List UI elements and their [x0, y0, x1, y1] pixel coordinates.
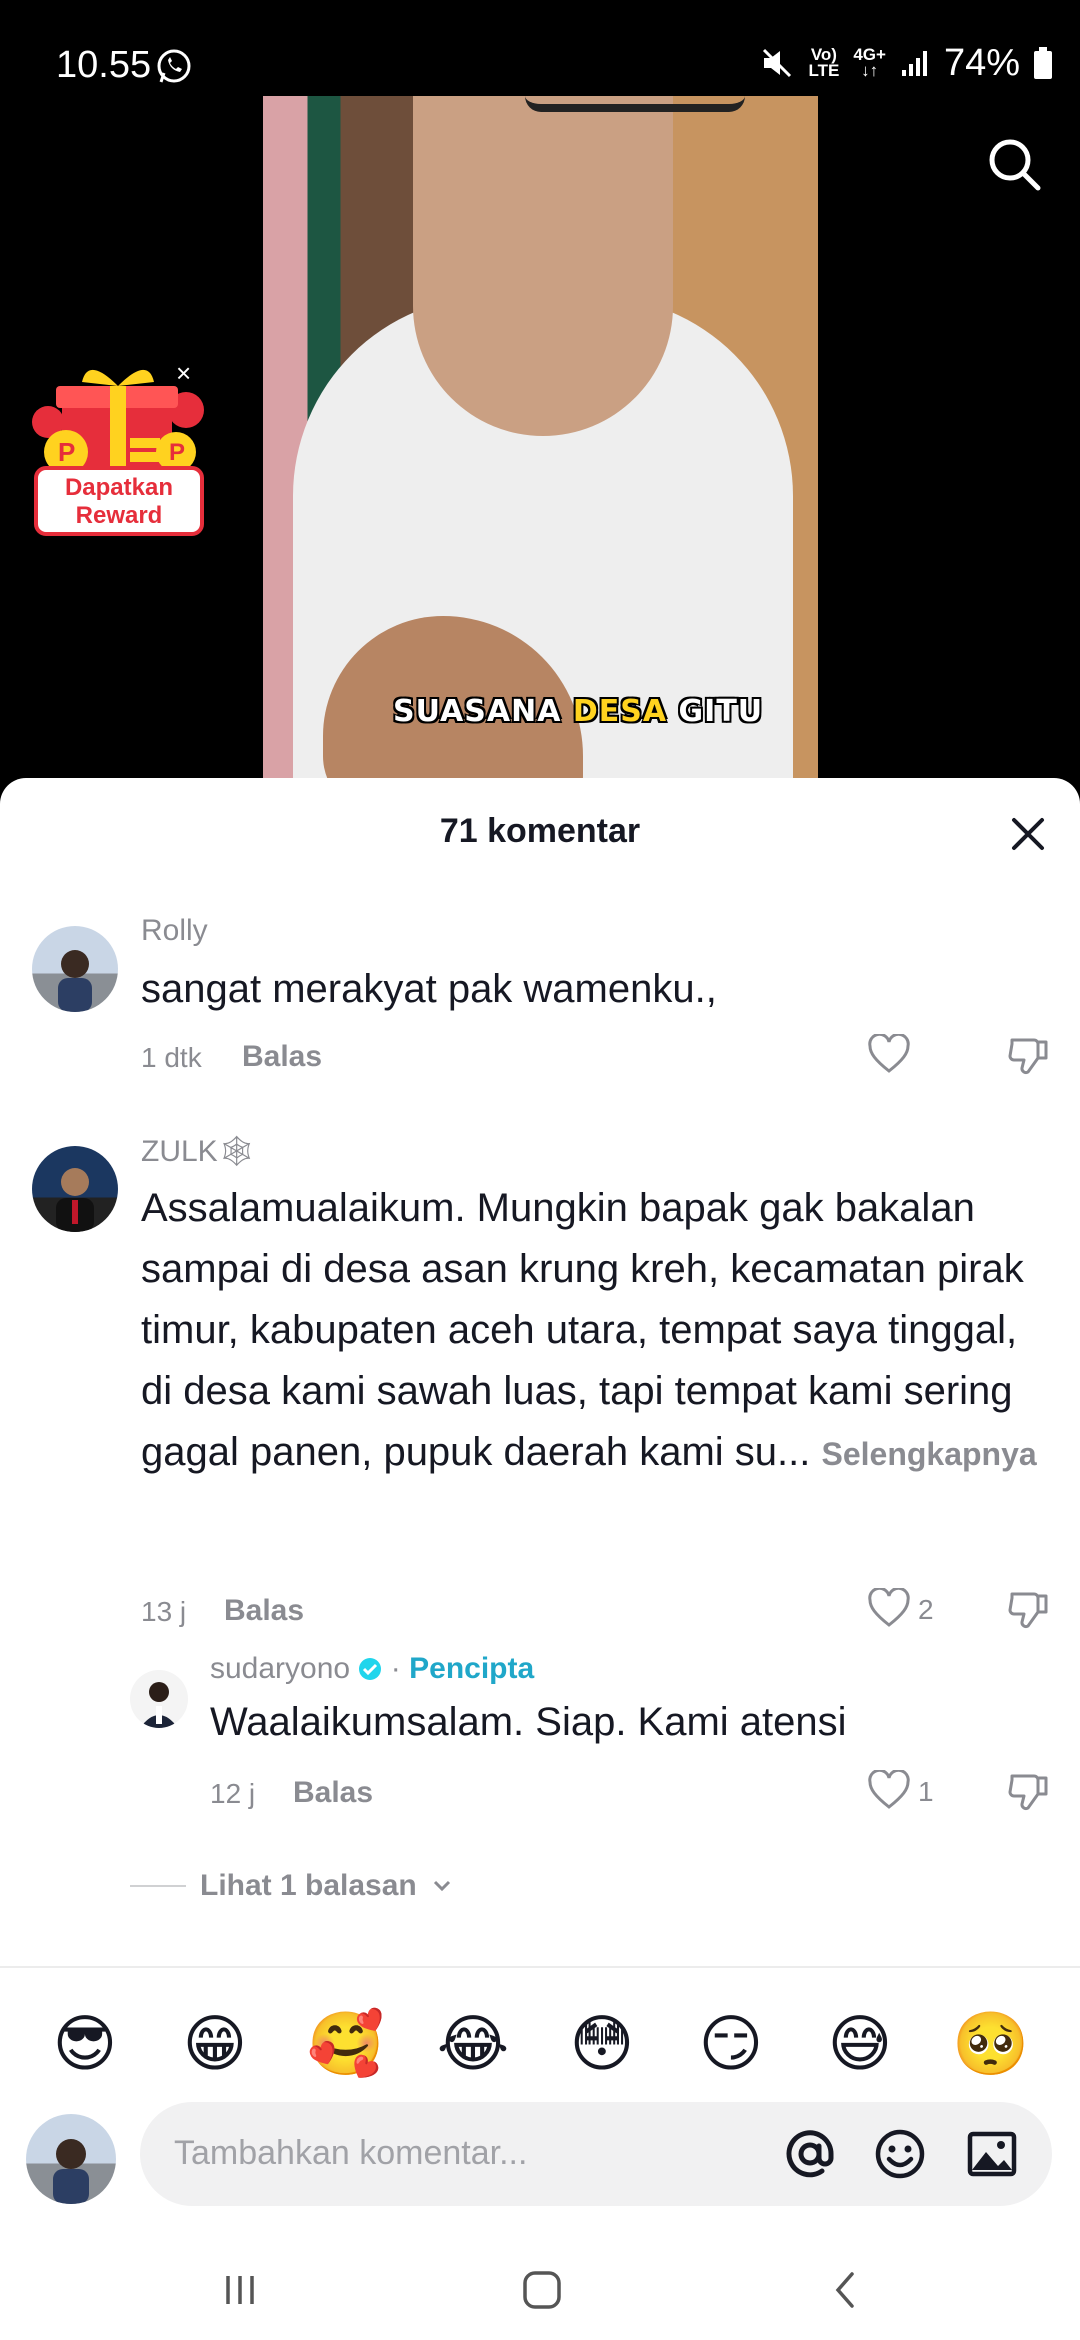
reply-text: Waalaikumsalam. Siap. Kami atensi	[210, 1700, 847, 1744]
emoji-pleading[interactable]: 🥺	[952, 2008, 1029, 2082]
reply-username[interactable]: sudaryono · Pencipta	[210, 1652, 534, 1686]
at-icon[interactable]	[782, 2126, 838, 2182]
video-figure-face	[413, 96, 673, 436]
search-icon[interactable]	[986, 136, 1042, 192]
comments-count-title: 71 komentar	[439, 812, 641, 850]
status-indicators: Vo) LTE 4G+ ↓↑ 74%	[760, 40, 1052, 86]
comment-username[interactable]: ZULK🕸	[141, 1134, 256, 1169]
emoji-hearts[interactable]: 🥰	[307, 2008, 384, 2082]
thumbs-down-icon[interactable]	[1006, 1588, 1050, 1632]
reply-button[interactable]: Balas	[293, 1776, 373, 1810]
avatar[interactable]	[130, 1670, 188, 1728]
avatar[interactable]	[32, 926, 118, 1012]
comment-text: Assalamualaikum. Mungkin bapak gak bakal…	[141, 1186, 1037, 1474]
avatar[interactable]	[32, 1146, 118, 1232]
my-avatar[interactable]	[26, 2114, 116, 2204]
reply-button[interactable]: Balas	[242, 1040, 322, 1074]
comments-sheet: 71 komentar Rolly sangat merakyat pak wa…	[0, 778, 1080, 2340]
heart-icon[interactable]	[867, 1588, 911, 1628]
home-icon[interactable]	[512, 2260, 572, 2320]
battery-icon	[1034, 47, 1052, 79]
video-figure-glasses	[525, 96, 745, 112]
comment-text: sangat merakyat pak wamenku.,	[141, 967, 717, 1011]
video-caption: SUASANA DESA GITU	[393, 694, 764, 729]
emoji-joy[interactable]: 😂	[436, 2008, 510, 2082]
emoji-smirk[interactable]: 😏	[694, 2008, 768, 2082]
comment-time: 1 dtk	[141, 1042, 202, 1073]
reward-close-button[interactable]: ×	[176, 358, 191, 389]
mute-icon	[763, 48, 792, 78]
creator-tag: Pencipta	[409, 1652, 535, 1685]
recent-apps-icon[interactable]	[210, 2260, 270, 2320]
like-count: 1	[918, 1776, 934, 1807]
see-more-link[interactable]: Selengkapnya	[821, 1436, 1036, 1472]
emoji-quick-bar: 😎 😁 🥰 😂 😳 😏 😅 🥺	[0, 1988, 1080, 2104]
svg-text:P: P	[169, 439, 185, 466]
video-player[interactable]	[263, 96, 818, 780]
system-nav-bar	[0, 2260, 1080, 2340]
heart-icon[interactable]	[867, 1770, 911, 1810]
view-replies-button[interactable]: Lihat 1 balasan	[130, 1866, 453, 1906]
back-icon[interactable]	[816, 2260, 876, 2320]
emoji-sweat-smile[interactable]: 😅	[823, 2008, 897, 2082]
divider	[0, 1966, 1080, 1968]
close-icon[interactable]	[1008, 814, 1048, 854]
smiley-icon[interactable]	[872, 2126, 928, 2182]
comment-time: 13 j	[141, 1596, 187, 1627]
chevron-down-icon	[433, 1880, 450, 1892]
svg-text:P: P	[58, 437, 75, 467]
verified-badge-icon	[359, 1658, 382, 1680]
thumbs-down-icon[interactable]	[1006, 1034, 1050, 1078]
image-icon[interactable]	[964, 2126, 1020, 2182]
like-count: 2	[918, 1594, 934, 1625]
reply-time: 12 j	[210, 1778, 256, 1809]
thumbs-down-icon[interactable]	[1006, 1770, 1050, 1814]
reward-label[interactable]: Dapatkan Reward	[34, 466, 204, 536]
status-time: 10.55	[56, 44, 152, 86]
view-replies-label: Lihat 1 balasan	[200, 1869, 417, 1902]
comment-input[interactable]: Tambahkan komentar...	[140, 2102, 1052, 2206]
reply-button[interactable]: Balas	[224, 1594, 304, 1628]
whatsapp-icon	[157, 49, 191, 83]
emoji-sunglasses[interactable]: 😎	[48, 2008, 122, 2082]
heart-icon[interactable]	[867, 1034, 911, 1074]
emoji-grin[interactable]: 😁	[178, 2008, 252, 2082]
divider-line	[130, 1885, 186, 1887]
data-indicator: 4G+ ↓↑	[853, 45, 886, 80]
battery-percent: 74%	[943, 41, 1020, 84]
volte-indicator: Vo) LTE	[808, 45, 840, 80]
signal-icon	[901, 51, 927, 76]
emoji-flushed[interactable]: 😳	[565, 2008, 639, 2082]
status-bar: 10.55 Vo) LTE 4G+ ↓↑ 74%	[0, 0, 1080, 92]
comment-input-placeholder: Tambahkan komentar...	[174, 2134, 528, 2172]
comment-username[interactable]: Rolly	[141, 914, 208, 948]
